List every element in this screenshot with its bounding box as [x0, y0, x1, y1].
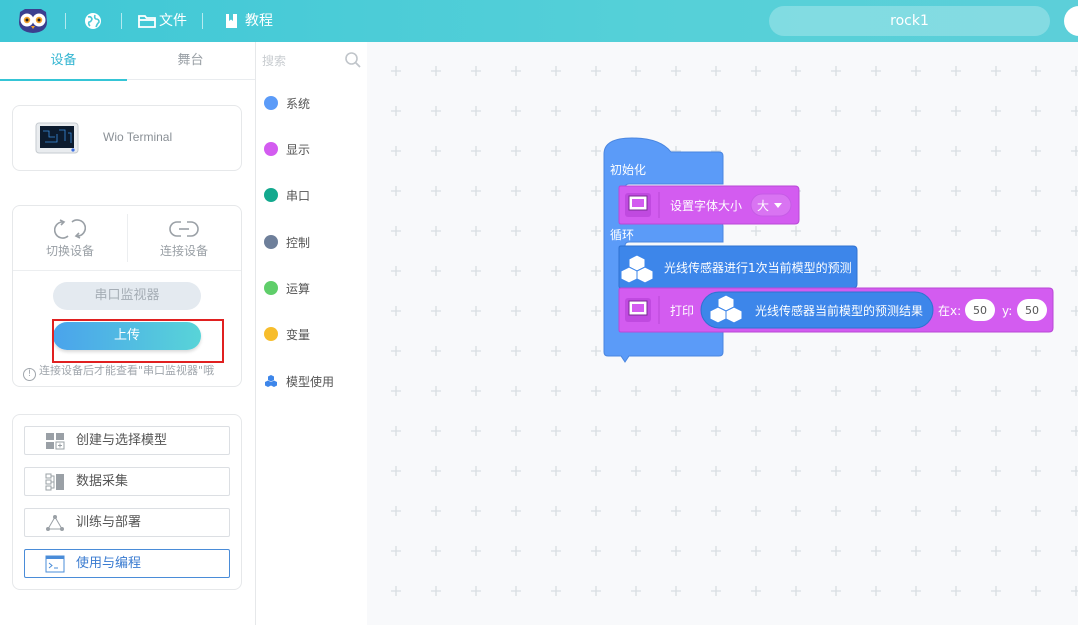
highlight-box: [52, 319, 224, 363]
category-dot: [264, 142, 278, 156]
top-bar: 文件 教程 rock1: [0, 0, 1078, 42]
category-dot: [264, 188, 278, 202]
screen-icon-inner: [632, 304, 644, 312]
model-cubes-icon: [265, 375, 277, 387]
info-icon: !: [23, 368, 36, 381]
category-control[interactable]: 控制: [264, 232, 364, 252]
category-model-use[interactable]: 模型使用: [264, 371, 364, 391]
category-label: 运算: [286, 282, 311, 296]
terminal-icon: [45, 555, 65, 573]
workflow-data-collection[interactable]: 数据采集: [24, 467, 230, 496]
workflow-label: 使用与编程: [76, 556, 142, 571]
at-x-label: 在x:: [938, 304, 961, 318]
block-workspace[interactable]: 初始化 循环 设置字体大小 大 光线传感器进行1次当前模型的预测 打印 光线传感…: [367, 42, 1078, 625]
divider: [13, 270, 241, 271]
search-input[interactable]: 搜索: [262, 52, 286, 69]
hint-text: 连接设备后才能查看"串口监视器"哦: [39, 364, 215, 377]
category-operators[interactable]: 运算: [264, 278, 364, 298]
tab-device[interactable]: 设备: [0, 42, 127, 81]
left-panel: 设备 舞台 Wio Terminal 切换设备 连接设备 串口监视器 上传 ! …: [0, 42, 256, 625]
print-label: 打印: [670, 304, 694, 318]
category-system[interactable]: 系统: [264, 93, 364, 113]
workflow-card: 创建与选择模型 数据采集 训练与部署 使用与编程: [12, 414, 242, 590]
category-label: 系统: [286, 97, 311, 111]
category-display[interactable]: 显示: [264, 139, 364, 159]
project-name-input[interactable]: rock1: [769, 6, 1050, 36]
avatar[interactable]: [1064, 6, 1078, 36]
predict-label: 光线传感器进行1次当前模型的预测: [664, 260, 852, 275]
folder-icon[interactable]: [137, 11, 157, 31]
globe-icon[interactable]: [83, 11, 103, 31]
device-card[interactable]: Wio Terminal: [12, 105, 242, 171]
category-dot: [264, 235, 278, 249]
divider: [65, 13, 66, 29]
switch-device-label: 切换设备: [45, 244, 94, 258]
block-categories: 搜索 系统 显示 串口 控制 运算 变量 模型使用: [256, 42, 367, 625]
file-menu-label[interactable]: 文件: [159, 11, 187, 31]
category-dot: [264, 281, 278, 295]
y-label: y:: [1002, 304, 1012, 318]
serial-monitor-button[interactable]: 串口监视器: [53, 282, 201, 310]
wio-terminal-image: [35, 122, 79, 154]
device-name: Wio Terminal: [103, 130, 173, 144]
prediction-result-label: 光线传感器当前模型的预测结果: [755, 303, 923, 318]
category-label: 变量: [286, 328, 311, 342]
category-label: 串口: [286, 189, 311, 203]
screen-icon-inner: [632, 199, 644, 207]
loop-label: 循环: [610, 228, 634, 242]
link-icon: [169, 221, 199, 237]
category-dot: [264, 327, 278, 341]
connection-card: 切换设备 连接设备 串口监视器 上传 ! 连接设备后才能查看"串口监视器"哦: [12, 205, 242, 387]
connection-hint: ! 连接设备后才能查看"串口监视器"哦: [23, 362, 243, 381]
tab-stage[interactable]: 舞台: [127, 42, 254, 80]
switch-device-button[interactable]: 切换设备: [13, 216, 127, 266]
workflow-use-program[interactable]: 使用与编程: [24, 549, 230, 578]
book-icon[interactable]: [222, 11, 242, 31]
data-collect-icon: [45, 473, 64, 491]
init-label: 初始化: [610, 163, 646, 177]
connect-device-button[interactable]: 连接设备: [127, 216, 241, 266]
category-label: 显示: [286, 143, 311, 157]
owl-logo-icon[interactable]: [17, 8, 49, 34]
workflow-create-model[interactable]: 创建与选择模型: [24, 426, 230, 455]
switch-icon: [54, 219, 86, 239]
category-serial[interactable]: 串口: [264, 185, 364, 205]
font-size-value: 大: [757, 199, 769, 213]
workflow-train-deploy[interactable]: 训练与部署: [24, 508, 230, 537]
set-font-size-label: 设置字体大小: [670, 198, 742, 213]
model-grid-icon: [46, 433, 65, 450]
category-label: 控制: [286, 236, 311, 250]
tutorial-menu-label[interactable]: 教程: [245, 11, 273, 31]
divider: [202, 13, 203, 29]
category-dot: [264, 96, 278, 110]
x-value: 50: [973, 304, 987, 317]
workflow-label: 数据采集: [76, 474, 129, 489]
y-value: 50: [1025, 304, 1039, 317]
category-variables[interactable]: 变量: [264, 324, 364, 344]
train-deploy-icon: [46, 515, 64, 531]
workflow-label: 训练与部署: [76, 515, 142, 530]
workflow-label: 创建与选择模型: [76, 433, 168, 448]
connect-device-label: 连接设备: [159, 244, 208, 258]
category-label: 模型使用: [286, 375, 335, 389]
block-script: 初始化 循环 设置字体大小 大 光线传感器进行1次当前模型的预测 打印 光线传感…: [603, 137, 1054, 363]
panel-tabs: 设备 舞台: [0, 42, 255, 81]
search-icon[interactable]: [344, 51, 362, 69]
divider: [121, 13, 122, 29]
